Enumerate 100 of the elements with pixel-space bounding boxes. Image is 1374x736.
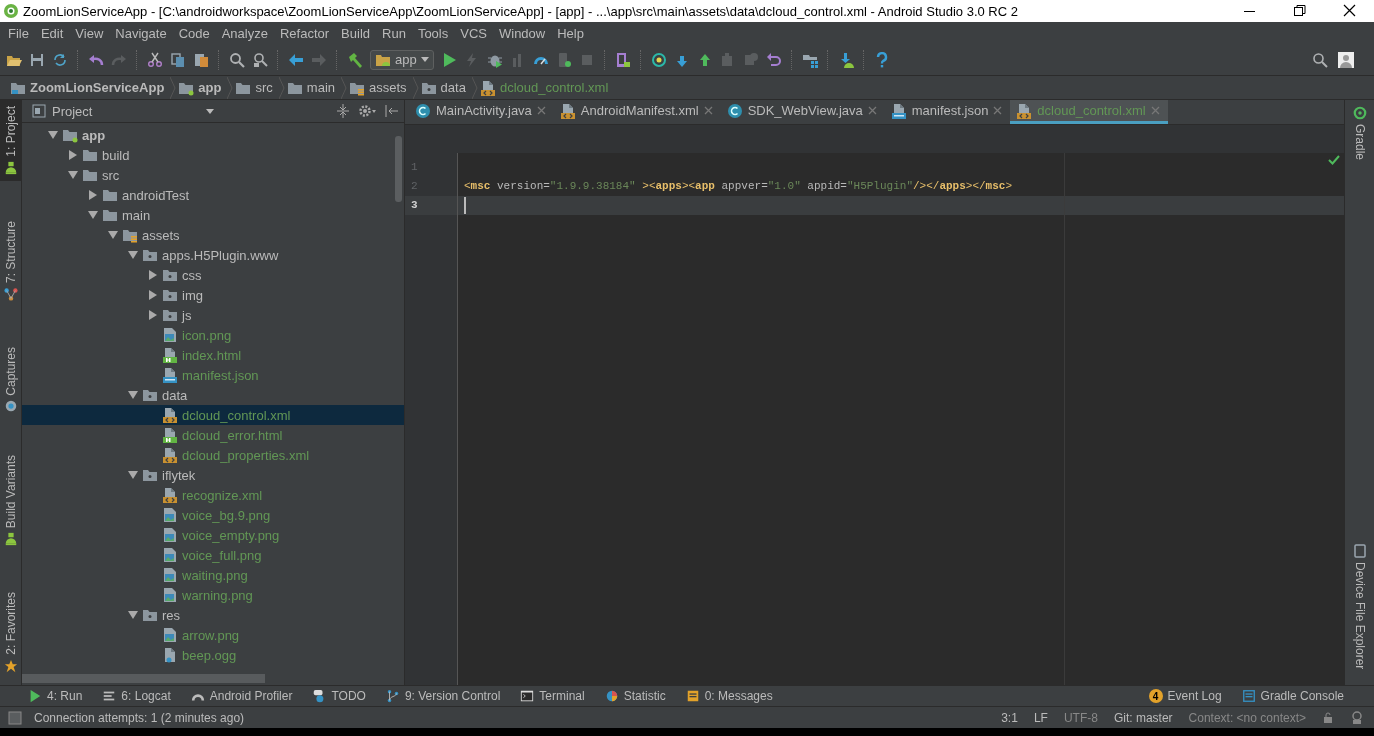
close-icon[interactable] [1342,3,1358,19]
replace-icon[interactable] [252,51,268,68]
copy-icon[interactable] [170,51,186,68]
tree-item[interactable]: src [22,165,404,185]
breadcrumb[interactable]: data [418,79,472,96]
tree-item[interactable]: warning.png [22,585,404,605]
menu-item[interactable]: File [2,23,35,43]
expanded-arrow-icon[interactable] [48,130,58,140]
tool-window-tab[interactable]: 2: Favorites [0,586,21,679]
tool-window-button[interactable]: 4 Event Log [1148,689,1222,703]
tree-item[interactable]: recognize.xml [22,485,404,505]
scrollbar[interactable] [22,674,265,683]
tree-item[interactable]: main [22,205,404,225]
menu-item[interactable]: View [69,23,110,43]
breadcrumb[interactable]: app [176,79,228,96]
expanded-arrow-icon[interactable] [108,230,118,240]
tool-window-button[interactable]: Statistic [604,689,666,703]
breadcrumb[interactable]: dcloud_control.xml [477,79,615,96]
menu-item[interactable]: Help [551,23,590,43]
tree-item[interactable]: img [22,285,404,305]
tool-window-tab[interactable]: Build Variants [0,449,21,553]
menu-item[interactable]: Refactor [273,23,336,43]
expanded-arrow-icon[interactable] [128,470,138,480]
search-icon[interactable] [1312,51,1328,68]
tree-item[interactable]: res [22,605,404,625]
tool-window-button[interactable]: Android Profiler [190,689,293,703]
tree-item[interactable]: index.html [22,345,404,365]
tree-item[interactable]: assets [22,225,404,245]
menu-item[interactable]: VCS [454,23,493,43]
collapsed-arrow-icon[interactable] [148,310,158,320]
tree-item[interactable]: waiting.png [22,565,404,585]
tool-window-tab[interactable]: Gradle [1345,100,1374,167]
tree-item[interactable]: icon.png [22,325,404,345]
lock-icon[interactable] [1322,711,1334,724]
menu-item[interactable]: Build [335,23,376,43]
search-icon[interactable] [229,51,245,68]
editor-tab[interactable]: manifest.json [884,100,1011,124]
tree-item[interactable]: iflytek [22,465,404,485]
editor-tab[interactable]: AndroidManifest.xml [553,100,721,124]
menu-item[interactable]: Navigate [109,23,173,43]
tool-window-button[interactable]: Gradle Console [1241,689,1344,703]
breadcrumb[interactable]: src [233,79,279,96]
collapsed-arrow-icon[interactable] [148,270,158,280]
tree-item[interactable]: dcloud_error.html [22,425,404,445]
menu-item[interactable]: Tools [411,23,455,43]
breadcrumb[interactable]: ZoomLionServiceApp [8,79,171,96]
sync-icon[interactable] [52,51,68,68]
project-view-dropdown[interactable]: Project [32,103,214,119]
caret-position[interactable]: 3:1 [1001,710,1018,725]
collapsed-arrow-icon[interactable] [68,150,78,160]
expanded-arrow-icon[interactable] [68,170,78,180]
tool-window-button[interactable]: 9: Version Control [385,689,501,703]
breadcrumb[interactable]: main [284,79,341,96]
collapsed-arrow-icon[interactable] [148,290,158,300]
menu-item[interactable]: Run [376,23,412,43]
tool-window-tab[interactable]: 7: Structure [0,214,21,307]
tree-item[interactable]: css [22,265,404,285]
tree-item[interactable]: dcloud_control.xml [22,405,404,425]
tool-window-button[interactable]: 0: Messages [685,689,773,703]
file-encoding[interactable]: UTF-8 [1063,710,1098,725]
menu-item[interactable]: Window [492,23,552,43]
tree-item[interactable]: arrow.png [22,625,404,645]
tree-item[interactable]: voice_full.png [22,545,404,565]
hide-panel-icon[interactable] [384,104,398,118]
editor-tab[interactable]: SDK_WebView.java [720,100,885,124]
editor-tab[interactable]: MainActivity.java [409,100,554,124]
tool-window-tab[interactable]: Device File Explorer [1345,537,1374,675]
tree-item[interactable]: apps.H5Plugin.www [22,245,404,265]
expanded-arrow-icon[interactable] [128,610,138,620]
expanded-arrow-icon[interactable] [128,390,138,400]
scissors-icon[interactable] [147,51,163,68]
run-config-dropdown[interactable]: app [370,49,434,70]
tree-item[interactable]: voice_bg.9.png [22,505,404,525]
revert-icon[interactable] [765,51,782,68]
tree-item[interactable]: androidTest [22,185,404,205]
tool-window-button[interactable]: TODO [312,689,366,703]
tool-window-button[interactable]: Terminal [520,689,585,703]
git-branch[interactable]: Git: master [1113,710,1173,725]
tree-item[interactable]: beep.ogg [22,645,404,665]
scrollbar[interactable] [395,136,402,202]
collapsed-arrow-icon[interactable] [88,190,98,200]
hammer-icon[interactable] [347,51,363,68]
tool-window-button[interactable]: 4: Run [28,689,83,703]
paste-icon[interactable] [193,51,209,68]
tool-window-tab[interactable]: 1: Project [0,100,21,181]
expanded-arrow-icon[interactable] [128,250,138,260]
restore-icon[interactable] [1292,3,1308,19]
tree-item[interactable]: dcloud_properties.xml [22,445,404,465]
gear-icon[interactable] [358,104,376,118]
user-avatar-icon[interactable] [1338,51,1354,68]
expanded-arrow-icon[interactable] [88,210,98,220]
collapse-all-icon[interactable] [336,104,350,118]
menu-item[interactable]: Code [172,23,216,43]
menu-item[interactable]: Analyze [215,23,274,43]
tree-item[interactable]: build [22,145,404,165]
tool-window-tab[interactable]: Captures [0,340,21,420]
tool-window-button[interactable]: 6: Logcat [102,689,171,703]
tree-item[interactable]: app [22,125,404,145]
gradle-sync-icon[interactable] [650,51,667,68]
tree-item[interactable]: data [22,385,404,405]
